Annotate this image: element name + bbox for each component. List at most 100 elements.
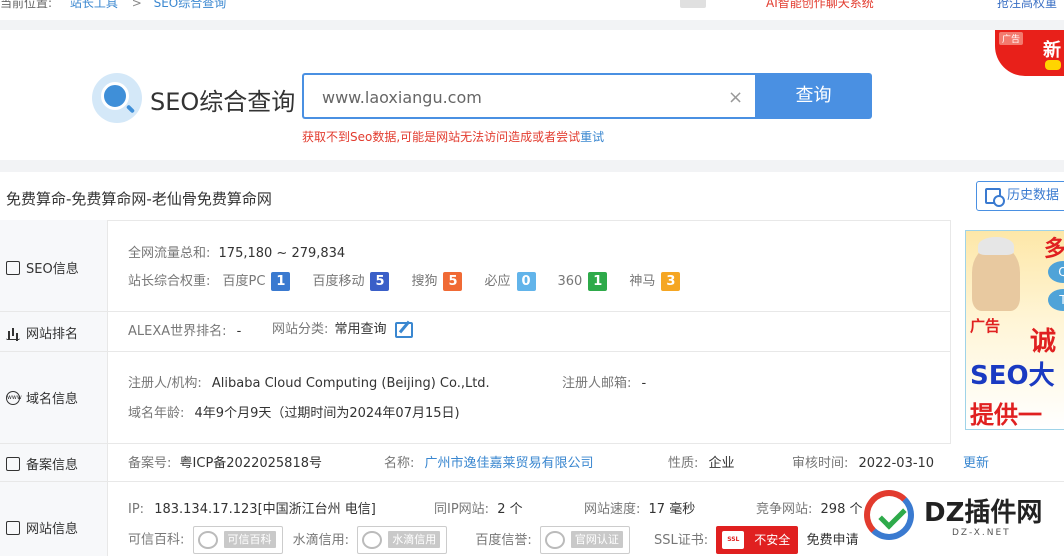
ad-text-cheng: 诚: [1030, 327, 1057, 357]
ad-label: 广告: [999, 32, 1024, 45]
ad-bubble-t: T: [1048, 289, 1064, 311]
category-value: 常用查询: [334, 322, 387, 337]
history-data-button[interactable]: 历史数据: [976, 181, 1064, 211]
weight-item[interactable]: 必应 0: [484, 272, 536, 291]
registrar-value: Alibaba Cloud Computing (Beijing) Co.,Lt…: [211, 376, 490, 391]
weight-name: 神马: [629, 274, 656, 289]
section-domain-label: 域名信息: [26, 392, 79, 407]
ad-label: 广告: [970, 317, 1001, 335]
category-label: 网站分类:: [272, 322, 329, 337]
icp-name-link[interactable]: 广州市逸佳嘉莱贸易有限公司: [425, 456, 594, 471]
shuidi-cert-text: 水滴信用: [388, 531, 441, 548]
breadcrumb-current-link[interactable]: SEO综合查询: [154, 0, 227, 10]
divider: [0, 443, 950, 444]
weight-item[interactable]: 搜狗 5: [411, 272, 463, 291]
breadcrumb-separator: >: [131, 0, 142, 10]
seal-icon: [197, 531, 218, 549]
page-title: SEO综合查询: [150, 88, 296, 116]
weight-name: 搜狗: [411, 274, 438, 289]
baidu-cert-text: 官网认证: [570, 531, 623, 548]
competitor-label: 竞争网站:: [756, 502, 813, 517]
icp-type-value: 企业: [708, 456, 735, 471]
right-ad-banner[interactable]: 多 Q T 广告 诚 SEO大 提供一: [965, 230, 1064, 430]
history-button-label: 历史数据: [1007, 188, 1060, 203]
www-icon: www: [6, 390, 22, 405]
ssl-lock-icon: SSL: [722, 531, 745, 549]
breadcrumb-tools-link[interactable]: 站长工具: [70, 0, 118, 10]
paw-icon: [544, 531, 565, 549]
weight-badge: 1: [271, 272, 291, 291]
icp-date-label: 审核时间:: [792, 456, 849, 471]
search-input[interactable]: [322, 85, 712, 109]
new-ad-badge[interactable]: 广告 新: [995, 30, 1064, 76]
credit-row: 可信百科: 可信百科 水滴信用: 水滴信用 百度信誉: 官网认证 SSL证书: …: [128, 526, 858, 554]
competitor-row: 竞争网站: 298 个: [756, 498, 862, 517]
ssl-apply-link[interactable]: 免费申请: [806, 533, 858, 548]
ad-text-seo: SEO大: [970, 361, 1055, 391]
speed-row: 网站速度: 17 毫秒: [584, 498, 695, 517]
breadcrumb: 当前位置: 站长工具 > SEO综合查询: [0, 0, 226, 11]
icp-date-value: 2022-03-10: [858, 456, 935, 471]
weight-item[interactable]: 神马 3: [629, 272, 681, 291]
new-text: 新: [1043, 40, 1061, 61]
right-ad-column: 多 Q T 广告 诚 SEO大 提供一: [950, 220, 1064, 444]
section-site-info-label: 网站信息: [26, 522, 79, 537]
ad-bubble-q: Q: [1048, 261, 1064, 283]
history-icon: [985, 188, 1005, 207]
divider: [0, 311, 950, 312]
traffic-row: 全网流量总和: 175,180 ~ 279,834: [128, 242, 345, 261]
registrar-row: 注册人/机构: Alibaba Cloud Computing (Beijing…: [128, 372, 490, 391]
error-text: 获取不到Seo数据,可能是网站无法访问造成或者尝试: [302, 130, 581, 144]
competitor-value[interactable]: 298 个: [821, 502, 863, 517]
weight-item[interactable]: 360 1: [557, 272, 608, 291]
icp-name-row: 名称: 广州市逸佳嘉莱贸易有限公司: [384, 452, 594, 471]
weight-name: 360: [557, 274, 583, 289]
section-seo-label: SEO信息: [26, 262, 79, 277]
weight-badge: 3: [661, 272, 681, 291]
retry-link[interactable]: 重试: [580, 130, 604, 144]
icp-type-row: 性质: 企业: [668, 452, 735, 471]
weight-name: 必应: [484, 274, 511, 289]
email-row: 注册人邮箱: -: [562, 372, 646, 391]
shuidi-cert-badge[interactable]: 水滴信用: [357, 526, 448, 554]
ssl-status-badge[interactable]: SSL 不安全: [716, 526, 799, 554]
domain-age-value: 4年9个月9天（过期时间为2024年07月15日): [194, 406, 460, 421]
clear-icon[interactable]: ×: [728, 87, 743, 108]
document-icon: [6, 260, 20, 275]
query-button[interactable]: 查询: [755, 73, 872, 119]
water-drop-icon: [362, 531, 383, 549]
ssl-status-text: 不安全: [754, 533, 791, 547]
icp-number-value: 粤ICP备2022025818号: [179, 456, 322, 471]
search-box: ×: [302, 73, 756, 119]
document-icon: [6, 456, 20, 471]
baidu-cert-badge[interactable]: 官网认证: [539, 526, 630, 554]
weight-row: 站长综合权重: 百度PC 1 百度移动 5 搜狗 5 必应 0 360 1 神马 3: [128, 270, 681, 291]
icp-type-label: 性质:: [668, 456, 699, 471]
email-value: -: [641, 376, 647, 391]
weight-badge: 5: [443, 272, 463, 291]
baike-cert-text: 可信百科: [223, 531, 276, 548]
edit-icon[interactable]: [394, 321, 413, 338]
search-error-message: 获取不到Seo数据,可能是网站无法访问造成或者尝试重试: [302, 128, 604, 145]
traffic-label: 全网流量总和:: [128, 246, 211, 261]
watermark: DZ插件网 DZ-X.NET: [862, 486, 1064, 542]
ai-ad-link[interactable]: AI智能创作聊天系统: [766, 0, 874, 11]
same-ip-value[interactable]: 2 个: [497, 502, 522, 517]
ad-tag-icon: [680, 0, 706, 8]
baike-cert-badge[interactable]: 可信百科: [192, 526, 283, 554]
seo-logo-icon: [92, 73, 142, 123]
baike-label: 可信百科:: [128, 532, 185, 548]
speed-value: 17 毫秒: [648, 502, 696, 517]
section-rank-label: 网站排名: [26, 327, 79, 342]
section-icp: 备案信息: [6, 454, 78, 473]
icp-number-label: 备案号:: [128, 456, 172, 471]
register-domain-link[interactable]: 抢注高权重: [997, 0, 1057, 11]
same-ip-label: 同IP网站:: [434, 502, 490, 517]
email-label: 注册人邮箱:: [562, 376, 632, 391]
traffic-value: 175,180 ~ 279,834: [218, 246, 346, 261]
weight-item[interactable]: 百度PC 1: [223, 272, 291, 291]
watermark-subtext: DZ-X.NET: [952, 528, 1011, 538]
section-site-info: 网站信息: [6, 518, 78, 537]
icp-update-link[interactable]: 更新: [963, 452, 989, 471]
weight-item[interactable]: 百度移动 5: [312, 272, 390, 291]
